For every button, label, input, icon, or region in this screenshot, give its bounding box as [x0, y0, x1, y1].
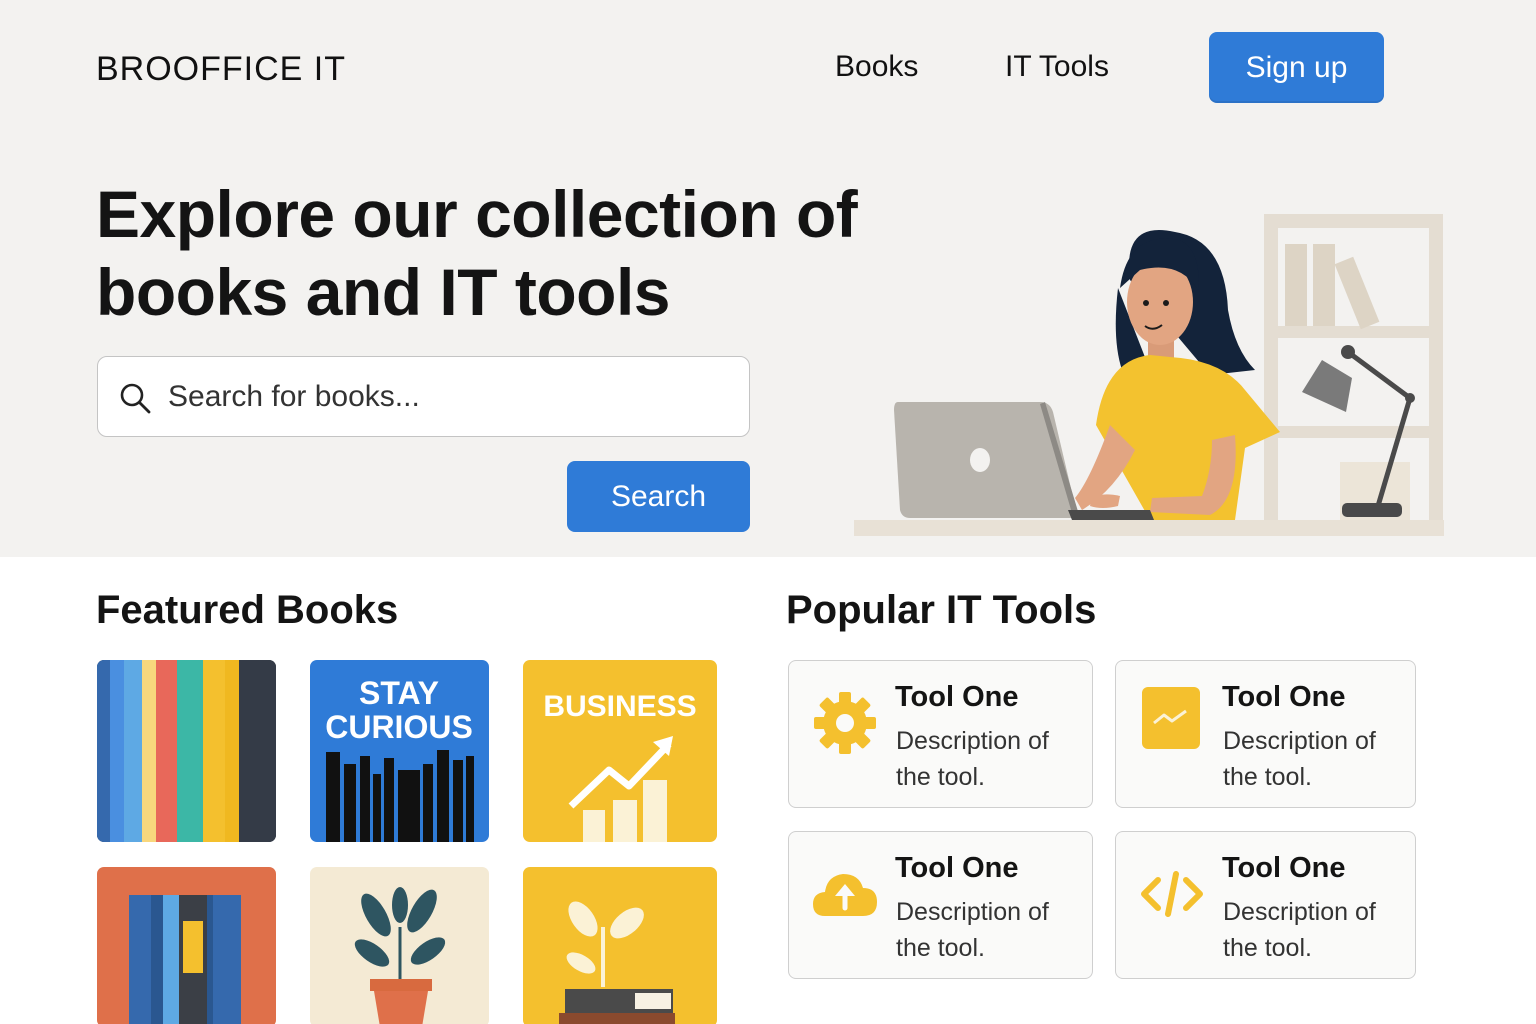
- brand-logo[interactable]: BROOFFICE IT: [96, 50, 346, 89]
- hero-headline: Explore our collection of books and IT t…: [96, 177, 858, 329]
- tool-card-4[interactable]: Tool One Description of the tool.: [1115, 831, 1416, 979]
- book-cover-title: BUSINESS: [543, 690, 696, 723]
- book-cover-business[interactable]: BUSINESS: [523, 660, 717, 842]
- hero-illustration: [854, 214, 1444, 536]
- tool-name: Tool One: [1222, 681, 1346, 713]
- book-cover-orange-shelf[interactable]: [97, 867, 276, 1024]
- tool-description: Description of the tool.: [896, 898, 1049, 962]
- tool-card-2[interactable]: Tool One Description of the tool.: [1115, 660, 1416, 808]
- tool-card-3[interactable]: Tool One Description of the tool.: [788, 831, 1093, 979]
- tool-card-1[interactable]: Tool One Description of the tool.: [788, 660, 1093, 808]
- nav-link-it-tools[interactable]: IT Tools: [1005, 50, 1109, 84]
- code-icon: [1141, 871, 1203, 917]
- book-cover-title-line2: CURIOUS: [325, 709, 473, 745]
- search-input[interactable]: [168, 367, 728, 427]
- signup-button[interactable]: Sign up: [1209, 32, 1384, 103]
- book-cover-stay-curious[interactable]: STAY CURIOUS: [310, 660, 489, 842]
- book-cover-plant-books[interactable]: [523, 867, 717, 1024]
- popular-tools-title: Popular IT Tools: [786, 588, 1097, 632]
- desk: [854, 520, 1444, 536]
- bookshelf: [1264, 214, 1443, 536]
- nav-link-books[interactable]: Books: [835, 50, 918, 84]
- tool-name: Tool One: [895, 852, 1019, 884]
- book-cover-stripes[interactable]: [97, 660, 276, 842]
- search-button[interactable]: Search: [567, 461, 750, 532]
- cloud-upload-icon: [813, 874, 877, 916]
- woman-figure: [1075, 230, 1280, 520]
- featured-books-title: Featured Books: [96, 588, 399, 632]
- tool-description: Description of the tool.: [896, 727, 1049, 791]
- tool-name: Tool One: [895, 681, 1019, 713]
- book-cover-title-line1: STAY: [359, 675, 439, 711]
- chart-icon: [1142, 687, 1200, 749]
- tool-name: Tool One: [1222, 852, 1346, 884]
- tool-description: Description of the tool.: [1223, 898, 1376, 962]
- search-field[interactable]: [97, 356, 750, 437]
- tool-description: Description of the tool.: [1223, 727, 1376, 791]
- search-icon: [120, 383, 151, 414]
- gear-icon: [814, 692, 876, 754]
- book-cover-plant[interactable]: [310, 867, 489, 1024]
